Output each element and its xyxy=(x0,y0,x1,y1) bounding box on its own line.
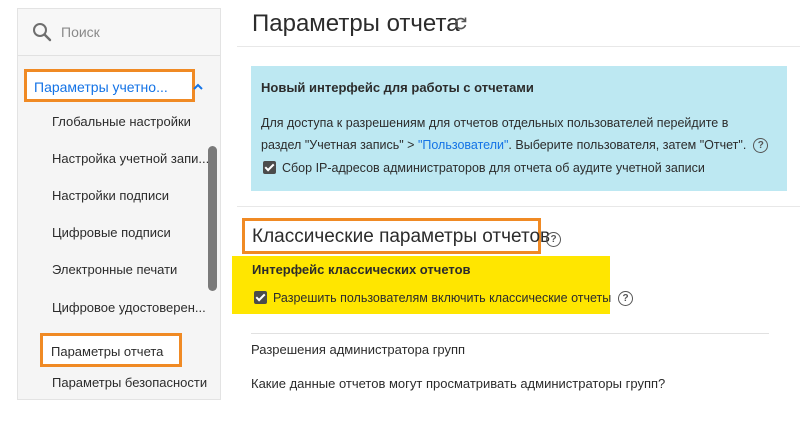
checkbox-checked-icon[interactable] xyxy=(254,291,267,305)
sidebar-item-report-settings[interactable]: Параметры отчета xyxy=(40,333,182,367)
sidebar-item-digital-signatures[interactable]: Цифровые подписи xyxy=(52,225,171,240)
new-reports-info-box: Новый интерфейс для работы с отчетами Дл… xyxy=(251,66,787,191)
sidebar: Поиск Параметры учетно... Глобальные нас… xyxy=(17,8,221,400)
sidebar-section-account-settings[interactable]: Параметры учетно... xyxy=(24,69,203,102)
sidebar-item-electronic-seals[interactable]: Электронные печати xyxy=(52,262,177,277)
divider xyxy=(251,333,769,334)
sidebar-item-digital-identity[interactable]: Цифровое удостоверен... xyxy=(52,300,206,315)
section-divider xyxy=(237,206,800,207)
checkbox-checked-icon[interactable] xyxy=(263,161,276,175)
ip-collection-checkbox[interactable]: Сбор IP-адресов администраторов для отче… xyxy=(263,160,705,175)
search-input[interactable]: Поиск xyxy=(18,9,220,56)
info-text: Для доступа к разрешениям для отчетов от… xyxy=(261,112,771,156)
title-divider xyxy=(237,46,800,47)
search-icon xyxy=(32,22,52,47)
info-title: Новый интерфейс для работы с отчетами xyxy=(261,80,534,95)
ip-collection-label: Сбор IP-адресов администраторов для отче… xyxy=(282,160,705,175)
help-icon[interactable]: ? xyxy=(618,291,633,306)
sidebar-item-global-settings[interactable]: Глобальные настройки xyxy=(52,114,191,129)
search-placeholder: Поиск xyxy=(61,24,100,40)
help-icon[interactable]: ? xyxy=(546,232,561,247)
page-title: Параметры отчета xyxy=(252,10,460,37)
enable-classic-reports-label: Разрешить пользователям включить классич… xyxy=(273,290,612,305)
help-icon[interactable]: ? xyxy=(753,138,769,154)
classic-settings-title: Классические параметры отчетов xyxy=(252,226,551,247)
group-admin-question: Какие данные отчетов могут просматривать… xyxy=(251,376,666,391)
group-admin-permissions-title: Разрешения администратора групп xyxy=(251,342,466,357)
sidebar-item-signature-settings[interactable]: Настройки подписи xyxy=(52,188,169,203)
users-link[interactable]: "Пользователи" xyxy=(418,138,508,152)
classic-settings-title-box: Классические параметры отчетов xyxy=(242,218,550,254)
info-text-after: . Выберите пользователя, затем "Отчет". xyxy=(508,138,747,152)
chevron-up-icon[interactable] xyxy=(192,76,204,101)
classic-reports-highlight: Интерфейс классических отчетов Разрешить… xyxy=(232,256,611,314)
classic-reports-heading: Интерфейс классических отчетов xyxy=(252,262,471,277)
sidebar-section-label: Параметры учетно... xyxy=(34,79,168,95)
refresh-icon[interactable] xyxy=(453,16,468,36)
sidebar-item-security-settings[interactable]: Параметры безопасности xyxy=(52,375,207,390)
sidebar-scrollbar[interactable] xyxy=(208,146,217,291)
sidebar-item-label: Параметры отчета xyxy=(51,344,164,359)
enable-classic-reports-checkbox[interactable]: Разрешить пользователям включить классич… xyxy=(254,290,611,305)
sidebar-item-account-setup[interactable]: Настройка учетной запи... xyxy=(52,151,209,166)
